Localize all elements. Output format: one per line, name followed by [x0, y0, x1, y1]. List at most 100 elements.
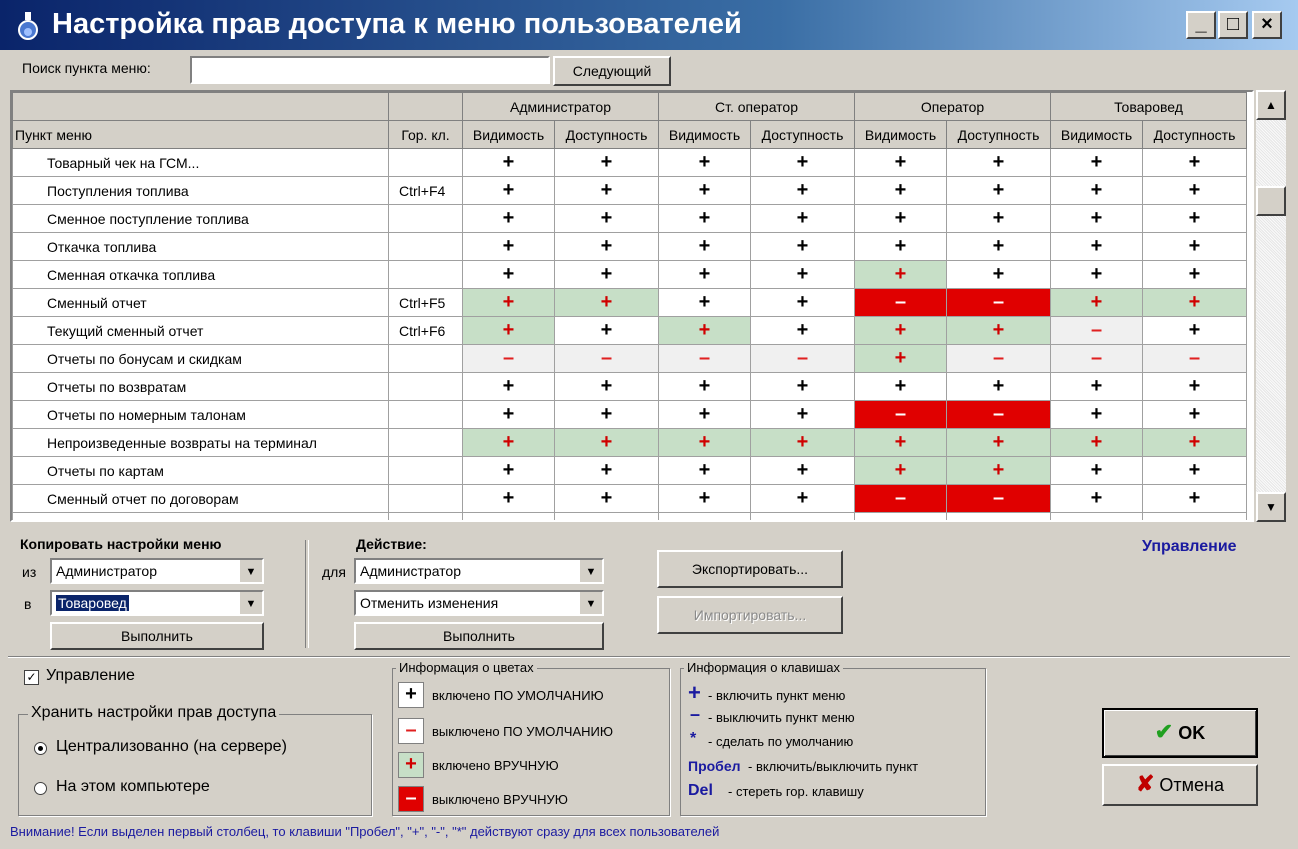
permission-cell[interactable]: + [554, 484, 659, 513]
permission-cell[interactable]: + [1142, 428, 1247, 457]
permission-cell[interactable]: + [462, 372, 555, 401]
permission-cell[interactable]: + [1050, 148, 1143, 177]
table-row[interactable]: Отчеты по номерным талонам + + + + – – + + [12, 400, 1247, 429]
permission-cell[interactable]: + [854, 148, 947, 177]
permission-cell[interactable]: + [1050, 260, 1143, 289]
menu-item-hotkey[interactable]: Ctrl+F6 [388, 316, 463, 345]
permission-cell[interactable]: + [554, 428, 659, 457]
menu-item-hotkey[interactable]: Ctrl+F5 [388, 288, 463, 317]
permission-cell[interactable]: + [462, 148, 555, 177]
permission-cell[interactable]: + [462, 428, 555, 457]
permission-cell[interactable]: + [1050, 428, 1143, 457]
permission-cell[interactable]: + [854, 344, 947, 373]
permission-cell[interactable]: + [658, 204, 751, 233]
menu-item-hotkey[interactable] [388, 232, 463, 261]
menu-item-hotkey[interactable] [388, 484, 463, 513]
menu-item-hotkey[interactable] [388, 148, 463, 177]
permission-cell[interactable]: – [946, 484, 1051, 513]
permission-cell[interactable]: + [1050, 288, 1143, 317]
menu-item-name[interactable]: Отчеты по номерным талонам [12, 400, 389, 429]
permission-cell[interactable]: + [658, 428, 751, 457]
permission-cell[interactable]: – [1050, 316, 1143, 345]
permission-cell[interactable]: + [854, 316, 947, 345]
permission-cell[interactable]: + [462, 260, 555, 289]
permission-cell[interactable]: + [1050, 176, 1143, 205]
permission-cell[interactable]: + [854, 176, 947, 205]
permission-cell[interactable]: + [750, 372, 855, 401]
permission-cell[interactable]: – [1142, 344, 1247, 373]
col-header-visibility[interactable]: Видимость [462, 120, 555, 149]
permission-cell[interactable]: + [750, 148, 855, 177]
permission-cell[interactable]: + [462, 176, 555, 205]
copy-to-select[interactable]: Товаровед ▼ [50, 590, 264, 616]
permission-cell[interactable]: + [1142, 400, 1247, 429]
permission-cell[interactable]: + [462, 204, 555, 233]
permission-cell[interactable]: + [750, 400, 855, 429]
permission-cell[interactable]: + [1142, 148, 1247, 177]
permission-cell[interactable]: + [946, 316, 1051, 345]
permission-cell[interactable]: + [1050, 204, 1143, 233]
permission-cell[interactable]: + [750, 176, 855, 205]
permission-cell[interactable]: + [554, 372, 659, 401]
permission-cell[interactable]: – [554, 344, 659, 373]
table-row[interactable]: Сменная откачка топлива + + + + + + + + [12, 260, 1247, 289]
menu-item-name[interactable]: Отчеты по картам [12, 456, 389, 485]
permission-cell[interactable] [554, 512, 659, 520]
permission-cell[interactable]: + [554, 176, 659, 205]
action-for-select[interactable]: Администратор ▼ [354, 558, 604, 584]
manage-checkbox[interactable]: ✓ [24, 670, 39, 685]
permission-cell[interactable]: + [854, 428, 947, 457]
permission-cell[interactable] [946, 512, 1051, 520]
action-run-button[interactable]: Выполнить [354, 622, 604, 650]
permission-cell[interactable]: – [946, 288, 1051, 317]
menu-item-hotkey[interactable] [388, 260, 463, 289]
col-header-access[interactable]: Доступность [946, 120, 1051, 149]
table-row[interactable]: Откачка топлива + + + + + + + + [12, 232, 1247, 261]
chevron-down-icon[interactable]: ▼ [578, 560, 602, 582]
menu-item-name[interactable]: Сменная откачка топлива [12, 260, 389, 289]
permission-cell[interactable]: – [750, 344, 855, 373]
col-header-access[interactable]: Доступность [554, 120, 659, 149]
storage-local-radio[interactable] [34, 782, 47, 795]
permission-cell[interactable]: + [946, 148, 1051, 177]
permission-cell[interactable]: + [658, 316, 751, 345]
menu-item-name[interactable] [12, 512, 389, 520]
permission-cell[interactable]: + [1142, 260, 1247, 289]
permission-cell[interactable]: + [658, 288, 751, 317]
permission-cell[interactable]: + [658, 372, 751, 401]
permission-cell[interactable]: + [854, 372, 947, 401]
group-header[interactable]: Оператор [854, 92, 1051, 121]
permission-cell[interactable]: + [946, 232, 1051, 261]
permission-cell[interactable]: + [750, 288, 855, 317]
permission-cell[interactable]: + [1142, 204, 1247, 233]
permission-cell[interactable]: + [462, 456, 555, 485]
menu-item-hotkey[interactable] [388, 400, 463, 429]
copy-from-select[interactable]: Администратор ▼ [50, 558, 264, 584]
permission-cell[interactable]: + [462, 316, 555, 345]
table-row[interactable]: Сменный отчет по договорам + + + + – – + + [12, 484, 1247, 513]
permission-cell[interactable] [658, 512, 751, 520]
menu-item-name[interactable]: Товарный чек на ГСМ... [12, 148, 389, 177]
grid-scrollbar[interactable]: ▲ ▼ [1256, 90, 1286, 522]
table-row[interactable]: Отчеты по бонусам и скидкам – – – – + – – – [12, 344, 1247, 373]
permission-cell[interactable]: + [658, 456, 751, 485]
permission-cell[interactable]: + [658, 232, 751, 261]
permission-cell[interactable]: + [1050, 232, 1143, 261]
permission-cell[interactable]: – [854, 288, 947, 317]
ok-button[interactable]: ✔ OK [1102, 708, 1258, 758]
search-input[interactable] [190, 56, 550, 84]
permission-cell[interactable]: + [554, 288, 659, 317]
chevron-down-icon[interactable]: ▼ [238, 560, 262, 582]
table-row[interactable]: Сменный отчет Ctrl+F5 + + + + – – + + [12, 288, 1247, 317]
menu-item-name[interactable]: Сменное поступление топлива [12, 204, 389, 233]
permission-cell[interactable] [462, 512, 555, 520]
permission-cell[interactable]: + [854, 204, 947, 233]
permission-cell[interactable]: + [854, 260, 947, 289]
scroll-down-button[interactable]: ▼ [1256, 492, 1286, 522]
group-header[interactable]: Товаровед [1050, 92, 1247, 121]
permission-cell[interactable]: + [554, 232, 659, 261]
menu-item-name[interactable]: Откачка топлива [12, 232, 389, 261]
permission-cell[interactable]: + [554, 260, 659, 289]
menu-item-hotkey[interactable] [388, 456, 463, 485]
permission-cell[interactable]: + [462, 232, 555, 261]
